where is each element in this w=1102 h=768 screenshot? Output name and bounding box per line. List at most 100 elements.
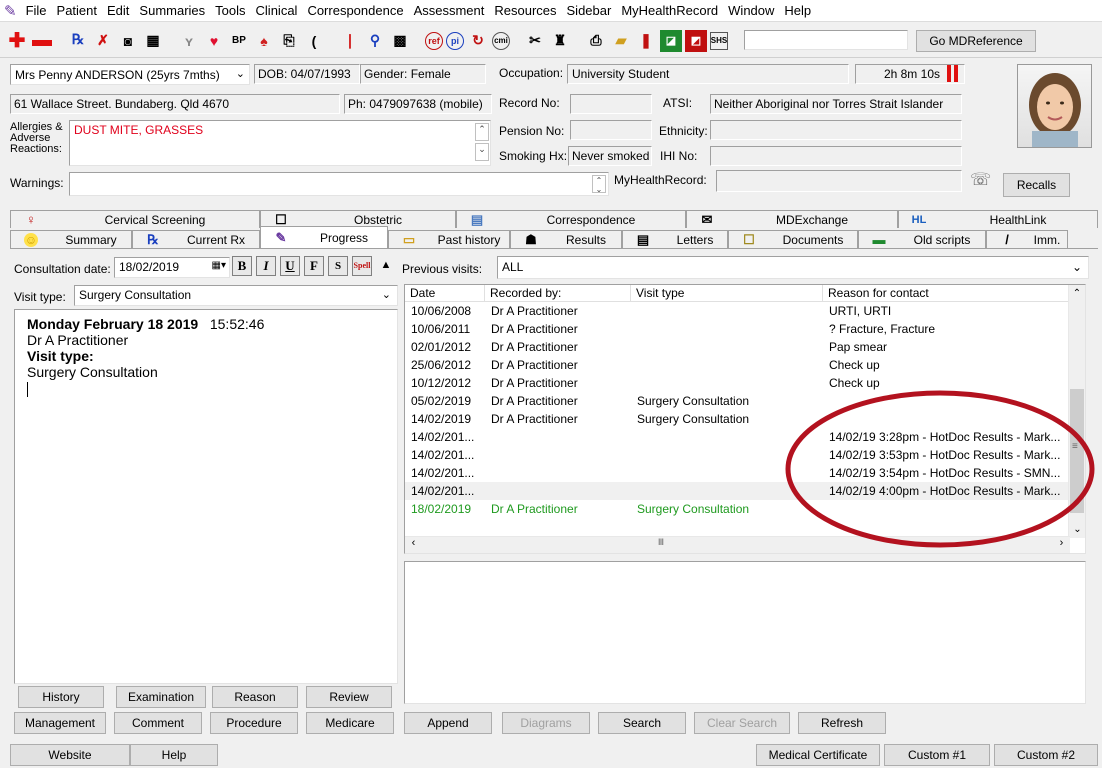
cme-icon[interactable]: cmi [492,31,510,50]
add-icon[interactable]: ✚ [6,30,28,52]
recalls-button[interactable]: Recalls [1003,173,1070,197]
collapse-up-icon[interactable]: ▲ [376,256,396,276]
lungs-icon[interactable]: ♠ [253,30,275,52]
custom-1-button[interactable]: Custom #1 [884,744,990,766]
consultation-notes-editor[interactable]: Monday February 18 2019 15:52:46 Dr A Pr… [14,309,398,684]
scroll-left-icon[interactable]: ‹ [405,537,422,553]
column-date[interactable]: Date [405,285,485,301]
tab-old-scripts[interactable]: ▬ Old scripts [858,230,986,248]
tab-current-rx[interactable]: ℞ Current Rx [132,230,260,248]
visit-type-select[interactable]: Surgery Consultation ⌄ [74,285,398,306]
mdreference-search-input[interactable] [744,30,908,50]
tab-immunisations[interactable]: / Imm. [986,230,1068,248]
remove-icon[interactable]: ▬ [31,29,53,52]
clear-search-button[interactable]: Clear Search [694,712,790,734]
scissors-icon[interactable]: ✂ [524,30,546,52]
allergies-scroll-up-icon[interactable]: ⌃ [475,123,489,141]
menu-resources[interactable]: Resources [489,3,561,18]
website-button[interactable]: Website [10,744,130,766]
consultation-date-picker[interactable]: 18/02/2019 ▦▾ [114,257,230,278]
shs-icon[interactable]: SHS [710,31,728,50]
diagrams-button[interactable]: Diagrams [502,712,590,734]
tab-results[interactable]: ☗ Results [510,230,622,248]
history-button[interactable]: History [18,686,104,708]
column-reason[interactable]: Reason for contact [823,285,1069,301]
table-row[interactable]: 25/06/2012 Dr A Practitioner Check up [405,356,1085,374]
allergies-scroll-down-icon[interactable]: ⌄ [475,143,489,161]
menu-file[interactable]: File [21,3,52,18]
tab-healthlink[interactable]: HL HealthLink [898,210,1098,228]
search-button[interactable]: Search [598,712,686,734]
menu-clinical[interactable]: Clinical [251,3,303,18]
allergies-field[interactable]: DUST MITE, GRASSES ⌃ ⌄ [69,120,491,166]
menu-tools[interactable]: Tools [210,3,250,18]
tab-correspondence[interactable]: ▤ Correspondence [456,210,686,228]
tab-cervical-screening[interactable]: ♀ Cervical Screening [10,210,260,228]
book-icon[interactable]: ▦ [142,30,164,52]
medical-certificate-button[interactable]: Medical Certificate [756,744,880,766]
tab-progress[interactable]: ✎ Progress [260,226,388,248]
tab-summary[interactable]: ☺ Summary [10,230,132,248]
warnings-scroll-icon[interactable]: ⌃ ⌄ [592,175,606,194]
calendar-dropdown-icon[interactable]: ▦▾ [212,260,226,271]
tools-icon[interactable]: ✗ [92,30,114,52]
print-icon[interactable]: ⎙ [585,30,607,52]
append-button[interactable]: Append [404,712,492,734]
table-row[interactable]: 10/06/2008 Dr A Practitioner URTI, URTI [405,302,1085,320]
spell-check-button[interactable]: Spell [352,256,372,276]
app-icon[interactable]: ✎ [0,2,21,20]
pause-icon[interactable] [945,65,959,82]
test-tube-icon[interactable]: ❘ [339,30,361,52]
chart-green-icon[interactable]: ◪ [660,29,682,52]
recalls-phone-icon[interactable]: ☏ [970,170,998,190]
custom-2-button[interactable]: Custom #2 [994,744,1098,766]
menu-help[interactable]: Help [779,3,816,18]
medicare-button[interactable]: Medicare [306,712,394,734]
tab-documents[interactable]: ☐ Documents [728,230,858,248]
tab-past-history[interactable]: ▭ Past history [388,230,510,248]
menu-edit[interactable]: Edit [102,3,134,18]
procedure-button[interactable]: Procedure [210,712,298,734]
menu-myhealthrecord[interactable]: MyHealthRecord [616,3,723,18]
review-button[interactable]: Review [306,686,392,708]
reason-button[interactable]: Reason [212,686,298,708]
bottle-icon[interactable]: ❚ [635,30,657,52]
search-patient-icon[interactable]: ⚲ [364,30,386,52]
referral-icon[interactable]: ref [425,31,443,50]
menu-patient[interactable]: Patient [52,3,102,18]
go-mdreference-button[interactable]: Go MDReference [916,30,1036,52]
help-button[interactable]: Help [130,744,218,766]
folder-icon[interactable]: ▰ [610,30,632,52]
patient-name-select[interactable]: Mrs Penny ANDERSON (25yrs 7mths) ⌄ [10,64,250,85]
management-button[interactable]: Management [14,712,106,734]
scroll-up-icon[interactable]: ⌃ [1069,285,1085,302]
column-recorded-by[interactable]: Recorded by: [485,285,631,301]
patient-info-icon[interactable]: pi [446,31,464,50]
column-visit-type[interactable]: Visit type [631,285,823,301]
table-row[interactable]: 02/01/2012 Dr A Practitioner Pap smear [405,338,1085,356]
camera-icon[interactable]: ◙ [117,30,139,52]
circle-arrow-icon[interactable]: ↻ [467,30,489,52]
underline-button[interactable]: U [280,256,300,276]
menu-sidebar[interactable]: Sidebar [562,3,617,18]
ear-icon[interactable]: ( [303,30,325,52]
bold-button[interactable]: B [232,256,252,276]
chart-red-icon[interactable]: ◩ [685,29,707,52]
heart-icon[interactable]: ♥ [203,30,225,52]
menu-correspondence[interactable]: Correspondence [302,3,408,18]
stethoscope-icon[interactable]: ʏ [178,30,200,52]
blood-pressure-icon[interactable]: BP [228,30,250,52]
font-button[interactable]: F [304,256,324,276]
refresh-button[interactable]: Refresh [798,712,886,734]
italic-button[interactable]: I [256,256,276,276]
grid-icon[interactable]: ▩ [389,30,411,52]
comment-button[interactable]: Comment [114,712,202,734]
tab-letters[interactable]: ▤ Letters [622,230,728,248]
examination-button[interactable]: Examination [116,686,206,708]
graduation-icon[interactable]: ♜ [549,30,571,52]
clipboard-icon[interactable]: ⎘ [278,30,300,52]
previous-visits-filter-select[interactable]: ALL ⌄ [497,256,1089,279]
warnings-field[interactable]: ⌃ ⌄ [69,172,609,196]
menu-summaries[interactable]: Summaries [134,3,210,18]
symbol-button[interactable]: S [328,256,348,276]
